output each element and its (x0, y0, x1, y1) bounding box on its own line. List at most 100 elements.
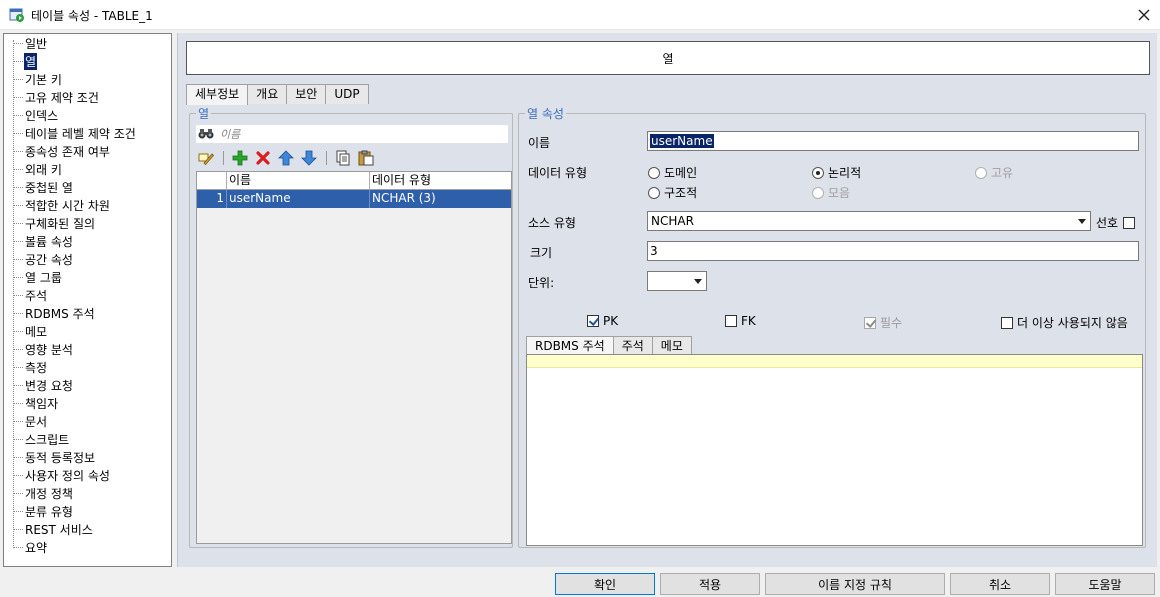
tree-item[interactable]: 중첩된 열 (13, 178, 74, 196)
tree-item[interactable]: 요약 (13, 538, 48, 556)
tree-item-label: 기본 키 (25, 72, 62, 87)
tree-item[interactable]: REST 서비스 (13, 520, 94, 538)
copy-button[interactable] (333, 148, 353, 168)
delete-column-button[interactable] (253, 148, 273, 168)
tree-connector (13, 240, 23, 242)
tree-item-label: 인덱스 (25, 108, 59, 123)
edit-properties-button[interactable] (196, 148, 216, 168)
tab-security[interactable]: 보안 (286, 84, 327, 104)
radio-circle (648, 186, 660, 199)
grid-header-name[interactable]: 이름 (227, 172, 370, 189)
radio-collection-label: 모음 (828, 186, 851, 200)
tab-comment[interactable]: 주석 (612, 336, 653, 355)
datatype-label: 데이터 유형 (528, 166, 588, 180)
radio-domain[interactable]: 도메인 (648, 164, 697, 181)
tree-item[interactable]: 열 (13, 52, 38, 70)
source-type-label: 소스 유형 (528, 216, 576, 230)
tree-item[interactable]: 종속성 존재 여부 (13, 142, 111, 160)
checkbox-box (864, 316, 876, 329)
close-icon[interactable] (1132, 3, 1156, 27)
tree-item-label: RDBMS 주석 (25, 306, 95, 321)
column-filter-input[interactable]: 이름 (196, 125, 508, 143)
category-tree: 일반 열기본 키고유 제약 조건인덱스 테이블 레벨 제약 조건 종속성 존재 여부외… (3, 33, 172, 567)
tree-connector (13, 276, 23, 278)
tree-item-label: 고유 제약 조건 (25, 90, 99, 105)
cancel-button[interactable]: 취소 (950, 573, 1050, 595)
tree-item[interactable]: 개정 정책 (13, 484, 74, 502)
name-value: userName (650, 134, 714, 148)
row-name[interactable]: userName (227, 190, 370, 208)
detail-tabs: 세부정보 개요 보안 UDP (186, 84, 369, 105)
grid-header-type[interactable]: 데이터 유형 (370, 172, 510, 189)
row-type[interactable]: NCHAR (3) (370, 190, 510, 208)
pk-checkbox[interactable]: PK (587, 314, 618, 328)
tree-item[interactable]: 측정 (13, 358, 48, 376)
apply-button[interactable]: 적용 (660, 573, 760, 595)
radio-circle (648, 166, 660, 179)
tab-details[interactable]: 세부정보 (186, 84, 249, 105)
tree-item[interactable]: 변경 요청 (13, 376, 74, 394)
help-button[interactable]: 도움말 (1055, 573, 1155, 595)
tree-item[interactable]: 동적 등록정보 (13, 448, 96, 466)
rdbms-comment-editor[interactable] (526, 354, 1143, 546)
paste-icon (358, 150, 374, 166)
editor-current-line (527, 355, 1142, 368)
tree-item[interactable]: 스크립트 (13, 430, 70, 448)
units-select[interactable] (647, 271, 707, 291)
add-column-button[interactable] (230, 148, 250, 168)
tree-item[interactable]: 문서 (13, 412, 48, 430)
column-properties-group: 열 속성 이름 userName 데이터 유형 도메인 논리적 고유 구조적 모… (518, 105, 1146, 548)
delete-icon (256, 151, 270, 165)
tab-memo[interactable]: 메모 (651, 336, 692, 355)
tree-item[interactable]: 책임자 (13, 394, 59, 412)
move-up-button[interactable] (276, 148, 296, 168)
tree-item[interactable]: 구체화된 질의 (13, 214, 96, 232)
deprecated-checkbox[interactable]: 더 이상 사용되지 않음 (1001, 314, 1128, 331)
tree-item[interactable]: 주석 (13, 286, 48, 304)
main-panel: 열 세부정보 개요 보안 UDP 열 이름 이름 데이터 유형 1 userNa… (177, 33, 1157, 567)
tree-item[interactable]: 공간 속성 (13, 250, 74, 268)
tree-item[interactable]: 분류 유형 (13, 502, 74, 520)
move-down-button[interactable] (299, 148, 319, 168)
required-label: 필수 (880, 316, 903, 330)
tree-item[interactable]: RDBMS 주석 (13, 304, 96, 322)
comment-tabs: RDBMS 주석 주석 메모 (526, 336, 692, 355)
source-type-select[interactable]: NCHAR (647, 211, 1091, 231)
columns-group: 열 이름 이름 데이터 유형 1 userName NCHAR (3) (189, 105, 513, 548)
tree-item[interactable]: 테이블 레벨 제약 조건 (13, 124, 137, 142)
tree-item[interactable]: 인덱스 (13, 106, 59, 124)
radio-logical[interactable]: 논리적 (812, 164, 861, 181)
radio-domain-label: 도메인 (664, 166, 698, 180)
tree-item-label: 측정 (25, 360, 48, 375)
tree-item-label: 동적 등록정보 (25, 450, 96, 465)
tree-item[interactable]: 사용자 정의 속성 (13, 466, 111, 484)
required-checkbox: 필수 (864, 314, 902, 331)
tab-udp[interactable]: UDP (325, 84, 369, 104)
ok-button[interactable]: 확인 (555, 573, 655, 595)
tree-item[interactable]: 일반 (13, 34, 48, 52)
tree-connector (13, 528, 23, 530)
tree-item[interactable]: 기본 키 (13, 70, 63, 88)
tree-connector (13, 420, 23, 422)
size-field[interactable]: 3 (647, 241, 1139, 261)
paste-button[interactable] (356, 148, 376, 168)
radio-structured[interactable]: 구조적 (648, 184, 697, 201)
tree-item[interactable]: 적합한 시간 차원 (13, 196, 111, 214)
tree-item[interactable]: 영향 분석 (13, 340, 74, 358)
tree-item[interactable]: 외래 키 (13, 160, 63, 178)
tree-connector (13, 258, 23, 260)
tab-rdbms-comment[interactable]: RDBMS 주석 (526, 336, 614, 355)
tree-item[interactable]: 고유 제약 조건 (13, 88, 100, 106)
tab-overview[interactable]: 개요 (247, 84, 288, 104)
radio-unique: 고유 (975, 164, 1013, 181)
tree-item[interactable]: 열 그룹 (13, 268, 63, 286)
tree-item-label: 외래 키 (25, 162, 62, 177)
table-row[interactable]: 1 userName NCHAR (3) (197, 190, 511, 208)
naming-rules-button[interactable]: 이름 지정 규칙 (765, 573, 945, 595)
preferred-checkbox[interactable]: 선호 (1096, 214, 1136, 231)
tree-item[interactable]: 메모 (13, 322, 48, 340)
name-field[interactable]: userName (647, 131, 1139, 151)
tree-connector (13, 366, 23, 368)
tree-item[interactable]: 볼륨 속성 (13, 232, 74, 250)
fk-checkbox[interactable]: FK (725, 314, 756, 328)
